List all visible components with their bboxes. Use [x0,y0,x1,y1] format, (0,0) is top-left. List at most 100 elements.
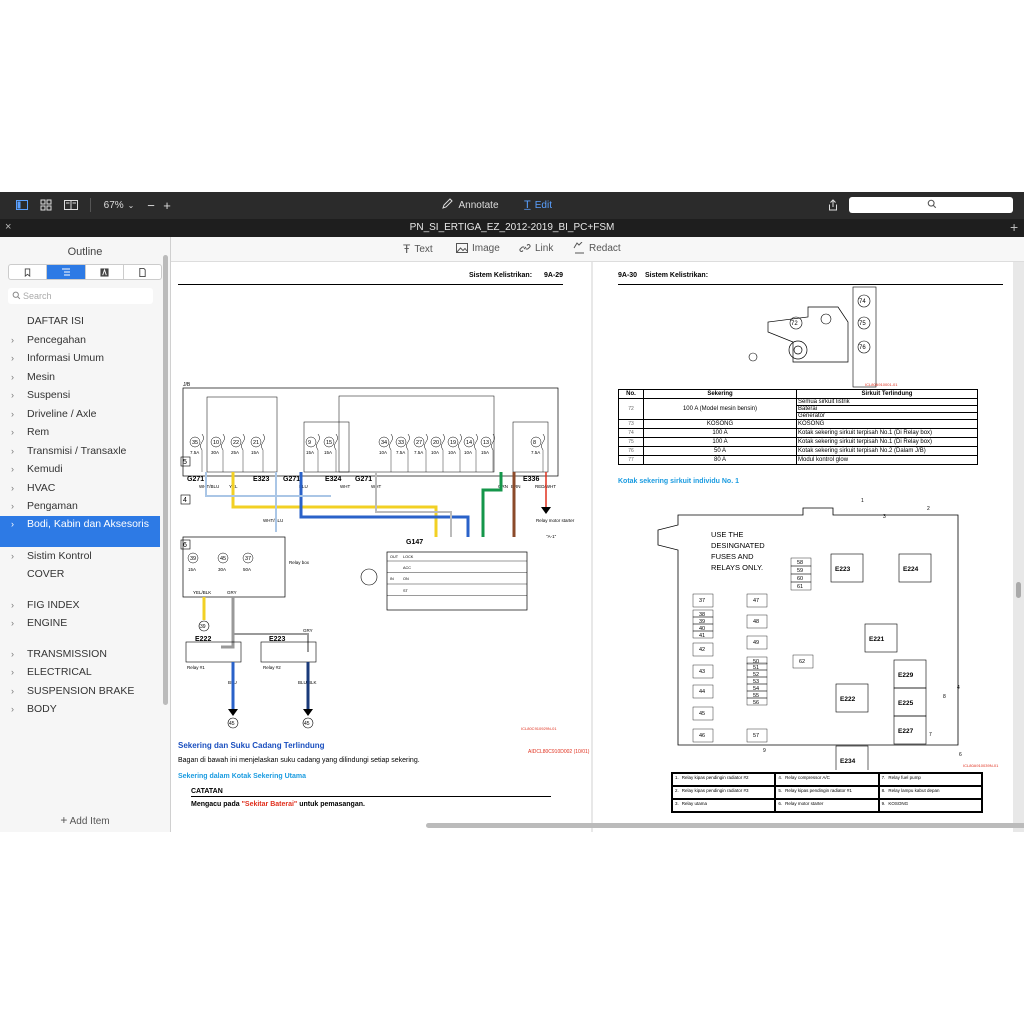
legend-number: 2. [675,788,679,793]
outline-item[interactable]: › BODY [0,700,160,719]
relay-box-label: Relay box [289,560,310,565]
image-icon [456,243,468,253]
chevron-right-icon[interactable]: › [11,386,14,405]
legend-text: Relay kipas pendingin radiator #2 [681,775,749,780]
new-tab-icon[interactable]: + [1010,219,1018,235]
chevron-right-icon[interactable]: › [11,368,14,387]
sidebar-toggle-icon[interactable] [14,196,30,214]
outline-item[interactable]: COVER [0,565,160,584]
chevron-right-icon[interactable]: › [11,596,14,615]
callout-number: 3 [883,514,886,520]
text-edit-icon: T̲ [524,199,531,211]
outline-item[interactable]: › Kemudi [0,460,160,479]
chevron-right-icon[interactable]: › [11,682,14,701]
chevron-right-icon[interactable]: › [11,663,14,682]
share-icon[interactable] [826,196,840,214]
outline-item[interactable]: › TRANSMISSION [0,645,160,664]
plus-icon: + [60,813,68,827]
outline-search-input[interactable]: Search [8,288,153,304]
outline-item[interactable]: DAFTAR ISI [0,312,160,331]
outline-item[interactable]: › Informasi Umum [0,349,160,368]
outline-item[interactable]: › Rem [0,423,160,442]
toolbar-search-input[interactable] [849,197,1013,213]
legend-item: 9. KOSONG [878,799,982,812]
table-row: 74 100 A Kotak sekering sirkuit terpisah N… [618,428,978,438]
horizontal-scrollbar[interactable] [426,823,1024,828]
outline-item[interactable]: › Suspensi [0,386,160,405]
chevron-right-icon[interactable]: › [11,518,14,531]
table-cell-no: 77 [618,455,644,465]
chevron-right-icon[interactable]: › [11,547,14,566]
outline-item[interactable]: › Pengaman [0,497,160,516]
chevron-right-icon[interactable]: › [11,479,14,498]
chevron-right-icon[interactable]: › [11,423,14,442]
chevron-right-icon[interactable]: › [11,460,14,479]
annotate-button[interactable]: Annotate [440,196,500,214]
marker-4: 4 [183,497,187,504]
fuse-symbol [474,433,478,451]
chevron-right-icon[interactable]: › [11,497,14,516]
add-link-button[interactable]: Link [519,242,553,254]
box-fuse-amp: 50A [243,567,251,572]
outline-item-label: Driveline / Axle [27,407,97,420]
fuse-amp: 10A [464,450,472,455]
list-icon [61,268,70,276]
redact-button[interactable]: Redact [573,242,621,254]
outline-item-label: Suspensi [27,389,71,401]
bookmark-tab[interactable] [9,265,48,279]
zoom-dropdown[interactable]: 67% ⌄ [101,196,137,214]
pen-icon [441,197,454,213]
document-tab-title[interactable]: PN_SI_ERTIGA_EZ_2012-2019_BI_PC+FSM [0,222,1024,233]
connector-e222: E222 [195,636,211,643]
vertical-scrollbar[interactable] [1016,582,1021,598]
chevron-right-icon[interactable]: › [11,405,14,424]
chevron-right-icon[interactable]: › [11,442,14,461]
outline-item[interactable]: › Mesin [0,368,160,387]
redact-icon [573,242,584,254]
annotate-label: Annotate [458,199,499,211]
outline-tab[interactable] [47,265,86,279]
edit-label: Edit [534,199,552,211]
document-canvas[interactable]: Sistem Kelistrikan: 9A-29 J/B 35 7.5A 10 30… [171,262,1024,832]
fuse-amp: 10A [448,450,456,455]
outline-item[interactable]: › FIG INDEX [0,596,160,615]
chevron-right-icon[interactable]: › [11,700,14,719]
outline-item[interactable]: › ENGINE [0,614,160,633]
add-text-button[interactable]: Ŧ Text [403,242,433,256]
catatan-text: Mengacu pada "Sekitar Baterai" untuk pem… [191,801,365,808]
outline-item-label: Bodi, Kabin dan Aksesoris [27,517,149,530]
add-item-button[interactable]: + Add Item [0,813,170,827]
edit-button[interactable]: T̲ Edit [520,196,556,214]
thumbnail-grid-icon[interactable] [38,196,54,214]
add-image-button[interactable]: Image [456,242,500,254]
sidebar-scrollbar[interactable] [163,255,168,705]
outline-item[interactable]: › HVAC [0,479,160,498]
annotations-tab[interactable] [86,265,124,279]
circuit-line: Kotak sekering sirkuit terpisah No.1 (Di… [798,430,933,436]
chevron-right-icon[interactable]: › [11,614,14,633]
ignition-label: ST [403,589,409,593]
pages-tab[interactable] [124,265,161,279]
outline-item[interactable]: › ELECTRICAL [0,663,160,682]
zoom-out-button[interactable]: − [145,196,157,214]
fuse-amp: 7.5A [414,450,423,455]
outline-item[interactable]: › SUSPENSION BRAKE [0,682,160,701]
legend-text: KOSONG [888,801,909,806]
catatan-link[interactable]: "Sekitar Baterai" [242,801,298,808]
chevron-right-icon[interactable]: › [11,645,14,664]
outline-item-label: FIG INDEX [27,598,80,611]
fuse-amp: 10A [379,450,387,455]
zoom-in-button[interactable]: + [161,196,173,214]
outline-item[interactable]: › Bodi, Kabin dan Aksesoris [0,515,160,547]
outline-item[interactable]: › Driveline / Axle [0,405,160,424]
outline-item[interactable]: › Pencegahan [0,331,160,350]
outline-item[interactable]: › Transmisi / Transaxle [0,442,160,461]
legend-text: Relay fuel pump [888,775,921,780]
relay-starter-ref: "A-1" [546,534,557,539]
chevron-right-icon[interactable]: › [11,331,14,350]
outline-item[interactable]: › Sistim Kontrol [0,547,160,566]
two-page-view-icon[interactable] [62,196,80,214]
fuse-number: 13 [483,440,489,446]
chevron-right-icon[interactable]: › [11,349,14,368]
callout-numbers: 123456789 [763,498,962,758]
